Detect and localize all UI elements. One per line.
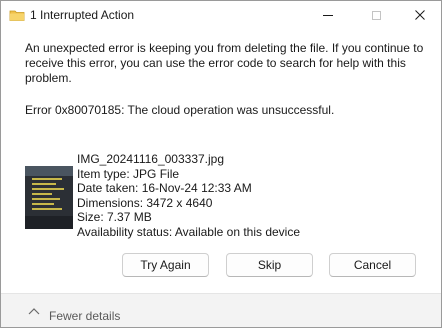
try-again-button[interactable]: Try Again <box>122 253 209 277</box>
minimize-icon <box>323 14 333 16</box>
skip-button[interactable]: Skip <box>226 253 313 277</box>
chevron-up-icon[interactable] <box>28 307 40 315</box>
error-dialog-window: 1 Interrupted Action An unexpected error… <box>0 0 442 328</box>
maximize-button <box>353 1 399 29</box>
close-icon <box>415 10 425 20</box>
file-size: Size: 7.37 MB <box>77 210 152 225</box>
error-message: An unexpected error is keeping you from … <box>25 41 424 85</box>
file-dimensions: Dimensions: 3472 x 4640 <box>77 195 213 210</box>
error-code-text: Error 0x80070185: The cloud operation wa… <box>25 103 335 117</box>
file-availability: Availability status: Available on this d… <box>77 224 301 239</box>
fewer-details-toggle[interactable]: Fewer details <box>49 309 120 323</box>
maximize-icon <box>371 10 381 20</box>
title-bar[interactable]: 1 Interrupted Action <box>1 1 441 29</box>
window-title: 1 Interrupted Action <box>30 8 135 22</box>
cancel-button[interactable]: Cancel <box>329 253 416 277</box>
file-name: IMG_20241116_003337.jpg <box>77 152 225 166</box>
file-explorer-icon <box>9 10 25 21</box>
file-item-type: Item type: JPG File <box>77 166 180 181</box>
file-thumbnail <box>25 166 73 229</box>
file-date-taken: Date taken: 16-Nov-24 12:33 AM <box>77 181 252 196</box>
minimize-button[interactable] <box>305 1 351 29</box>
file-details: IMG_20241116_003337.jpg Item type: JPG F… <box>77 152 300 240</box>
details-footer: Fewer details <box>1 293 441 327</box>
close-button[interactable] <box>397 1 441 29</box>
